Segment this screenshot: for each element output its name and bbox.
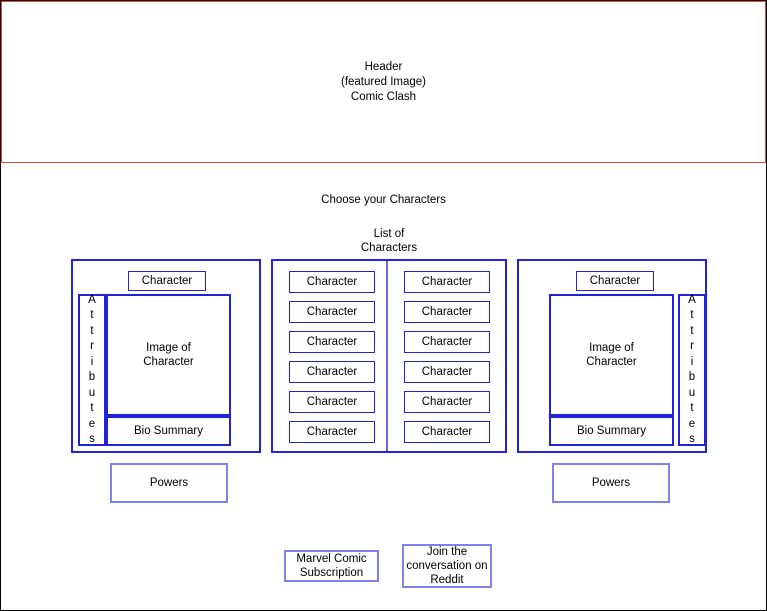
header-subtitle-line: (featured Image) (340, 75, 426, 88)
left-attributes-label: Attributes (88, 293, 96, 446)
left-character-name-tag[interactable]: Character (128, 271, 206, 291)
join-reddit-conversation-button[interactable]: Join the conversation on Reddit (402, 544, 492, 588)
header-text-block: Header (featured Image) Comic Clash (341, 60, 426, 105)
right-image-line-1: Image of (589, 342, 634, 354)
list-heading-line-2: Characters (360, 242, 418, 254)
left-attributes-panel[interactable]: Attributes (78, 294, 106, 446)
reddit-line-1: Join the (426, 546, 468, 558)
list-item[interactable]: Character (404, 361, 490, 383)
left-image-line-1: Image of (146, 342, 191, 354)
list-item[interactable]: Character (404, 421, 490, 443)
right-character-image-placeholder: Image of Character (549, 294, 674, 416)
list-item[interactable]: Character (289, 271, 375, 293)
right-image-line-2: Character (586, 356, 637, 368)
header-title-line: Header (364, 60, 403, 73)
character-list-divider (386, 261, 388, 451)
header-featured-image: Header (featured Image) Comic Clash (1, 1, 766, 163)
list-item[interactable]: Character (289, 361, 375, 383)
right-character-name-tag[interactable]: Character (576, 271, 654, 291)
right-attributes-label: Attributes (688, 293, 696, 446)
wireframe-page: Header (featured Image) Comic Clash Choo… (0, 0, 767, 611)
subscription-line-1: Marvel Comic (296, 553, 367, 565)
list-heading-line-1: List of (373, 228, 405, 240)
marvel-comic-subscription-button[interactable]: Marvel Comic Subscription (284, 550, 379, 582)
list-of-characters-heading: List of Characters (271, 227, 507, 255)
right-powers-button[interactable]: Powers (552, 463, 670, 503)
subscription-line-2: Subscription (299, 567, 364, 579)
header-brand-line: Comic Clash (350, 90, 417, 103)
left-powers-button[interactable]: Powers (110, 463, 228, 503)
list-item[interactable]: Character (289, 331, 375, 353)
list-item[interactable]: Character (404, 331, 490, 353)
choose-characters-heading: Choose your Characters (321, 194, 446, 206)
list-item[interactable]: Character (404, 271, 490, 293)
list-item[interactable]: Character (404, 391, 490, 413)
reddit-line-3: Reddit (430, 574, 464, 586)
left-character-image-placeholder: Image of Character (106, 294, 231, 416)
list-item[interactable]: Character (289, 391, 375, 413)
left-bio-summary: Bio Summary (106, 416, 231, 446)
right-bio-summary: Bio Summary (549, 416, 674, 446)
list-item[interactable]: Character (404, 301, 490, 323)
list-item[interactable]: Character (289, 301, 375, 323)
right-attributes-panel[interactable]: Attributes (678, 294, 706, 446)
left-image-line-2: Character (143, 356, 194, 368)
reddit-line-2: conversation on (406, 560, 488, 572)
list-item[interactable]: Character (289, 421, 375, 443)
